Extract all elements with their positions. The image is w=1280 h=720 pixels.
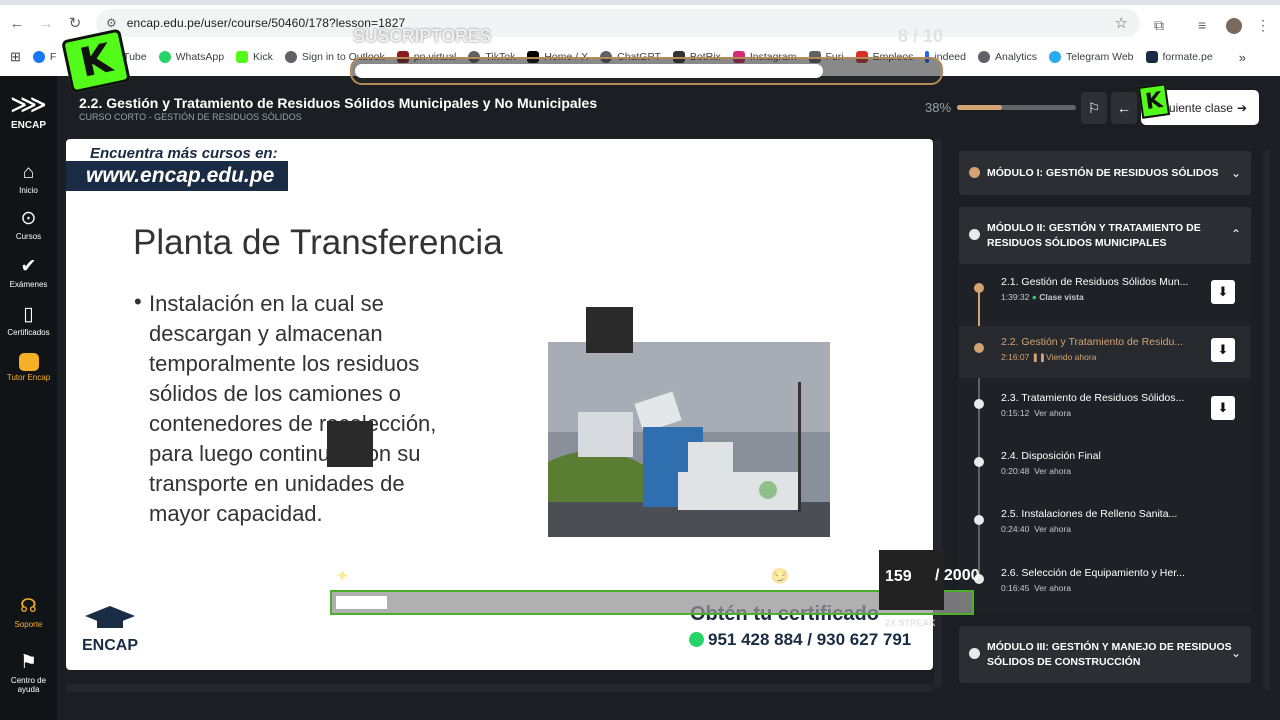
chevron-down-icon: ⌄ <box>1230 166 1241 180</box>
transfer-plant-photo <box>548 342 830 537</box>
play-circle-icon: ⊙ <box>20 208 37 229</box>
menu-icon[interactable]: ⋮ <box>1256 17 1270 34</box>
sidebar-item-soporte[interactable]: ☊ Soporte <box>0 596 57 629</box>
chat-emote-image <box>586 307 633 353</box>
kick-goal-fill <box>336 596 387 609</box>
encap-logo-icon: ⋙ <box>10 89 47 119</box>
profile-avatar[interactable] <box>1226 18 1242 34</box>
list-item[interactable]: 2.2. Gestión y Tratamiento de Residu... … <box>959 326 1251 378</box>
slide-body: Instalación en la cual se descargan y al… <box>149 291 437 526</box>
bookmark-analytics[interactable]: Analytics <box>977 51 1037 63</box>
lesson-list: 2.1. Gestión de Residuos Sólidos Mun... … <box>959 264 1251 612</box>
chevron-down-icon: ⌄ <box>1230 646 1241 660</box>
previous-lesson-button[interactable]: ← <box>1111 92 1137 124</box>
bookmark-whatsapp[interactable]: WhatsApp <box>158 51 224 63</box>
bookmark-facebook[interactable]: F <box>32 51 56 63</box>
sidebar-item-examenes[interactable]: ✔ Exámenes <box>0 256 57 289</box>
bullet-icon: • <box>134 289 142 314</box>
app-sidebar: ⋙ ENCAP ⌂ Inicio ⊙ Cursos ✔ Exámenes ▯ C… <box>0 76 57 720</box>
streak-label: 2X STREAK <box>885 618 936 628</box>
list-item[interactable]: 2.4. Disposición Final 0:20:48 Ver ahora <box>959 440 1251 492</box>
flag-icon: ⚑ <box>19 652 38 673</box>
download-button[interactable]: ⬇ <box>1211 396 1235 420</box>
pause-icon: ❚❚ <box>1031 352 1046 362</box>
sidebar-item-centro-ayuda[interactable]: ⚑ Centro de ayuda <box>0 652 57 694</box>
subscriber-goal-fill <box>355 64 823 78</box>
check-icon: ✔ <box>20 256 37 277</box>
sidebar-item-certificados[interactable]: ▯ Certificados <box>0 304 57 337</box>
slide-promo-text: Encuentra más cursos en: <box>90 145 278 162</box>
more-bookmarks-icon[interactable]: » <box>1239 50 1246 65</box>
kick-badge-icon: K <box>1137 83 1171 119</box>
progress-bar-fill <box>957 105 1003 110</box>
arrow-right-icon: ➔ <box>1236 100 1247 115</box>
sidebar-item-cursos[interactable]: ⊙ Cursos <box>0 208 57 241</box>
course-subtitle: CURSO CORTO - GESTIÓN DE RESIDUOS SÓLIDO… <box>79 112 302 122</box>
list-item[interactable]: 2.3. Tratamiento de Residuos Sólidos... … <box>959 382 1251 434</box>
graduation-cap-icon <box>85 606 135 628</box>
kick-goal-bar <box>330 590 974 615</box>
forward-icon[interactable]: → <box>34 11 58 35</box>
list-item[interactable]: 2.5. Instalaciones de Relleno Sanita... … <box>959 498 1251 550</box>
lesson-dot <box>974 515 984 525</box>
sparkle-icon: ✦ <box>336 568 349 585</box>
download-icon: ⬇ <box>1217 342 1229 357</box>
flag-icon: ⚐ <box>1087 99 1101 116</box>
bookmark-kick[interactable]: Kick <box>236 51 273 63</box>
progress-bar <box>957 105 1076 110</box>
extensions-icon[interactable]: ⧉ <box>1154 17 1164 34</box>
home-icon: ⌂ <box>22 162 35 183</box>
apps-icon[interactable]: ⊞ <box>10 49 21 65</box>
bookmark-icon: ▯ <box>23 304 34 325</box>
kick-goal-target: / 2000 <box>935 567 980 584</box>
slide-title: Planta de Transferencia <box>133 223 503 262</box>
robot-icon <box>18 353 39 371</box>
report-flag-button[interactable]: ⚐ <box>1081 92 1107 124</box>
list-item[interactable]: 2.1. Gestión de Residuos Sólidos Mun... … <box>959 266 1251 318</box>
download-button[interactable]: ⬇ <box>1211 338 1235 362</box>
arrow-left-icon: ← <box>1117 100 1131 116</box>
lesson-dot <box>974 457 984 467</box>
subscriber-goal-widget: SUSCRIPTORES 8 / 10 <box>350 26 943 90</box>
download-button[interactable]: ⬇ <box>1211 280 1235 304</box>
horizontal-scrollbar[interactable] <box>66 684 933 692</box>
contact-phones: 951 428 884 / 930 627 791 <box>689 630 911 650</box>
headset-icon: ☊ <box>20 596 37 617</box>
reload-icon[interactable]: ↻ <box>63 11 87 35</box>
media-control-icon[interactable]: ≡ <box>1198 17 1206 33</box>
slide-promo-url: www.encap.edu.pe <box>66 161 288 191</box>
encap-slide-logo: ENCAP <box>80 604 140 660</box>
lesson-dot <box>974 399 984 409</box>
back-icon[interactable]: ← <box>5 11 29 35</box>
kick-alert-message: ✦ "IF YOU SEND ME KICKS, I'LL THINK ABOU… <box>336 568 796 585</box>
module-3[interactable]: MÓDULO III: GESTIÓN Y MANEJO DE RESIDUOS… <box>959 626 1251 683</box>
module-status-dot <box>969 229 980 240</box>
progress-label: 38% <box>925 100 952 115</box>
module-1[interactable]: MÓDULO I: GESTIÓN DE RESIDUOS SÓLIDOS ⌄ <box>959 151 1251 195</box>
module-2[interactable]: MÓDULO II: GESTIÓN Y TRATAMIENTO DE RESID… <box>959 207 1251 264</box>
encap-logo[interactable]: ⋙ ENCAP <box>0 90 57 131</box>
sidebar-item-tutor[interactable]: Tutor Encap <box>0 353 57 382</box>
list-item[interactable]: 2.6. Selección de Equipamiento y Her... … <box>959 557 1251 609</box>
whatsapp-icon <box>689 632 704 647</box>
download-icon: ⬇ <box>1217 284 1229 299</box>
site-settings-icon[interactable]: ⚙ <box>106 16 117 30</box>
lesson-title: 2.2. Gestión y Tratamiento de Residuos S… <box>79 95 598 111</box>
bookmark-formate[interactable]: formate.pe <box>1145 51 1213 63</box>
lesson-dot <box>974 283 984 293</box>
bookmark-telegram[interactable]: Telegram Web <box>1049 51 1134 63</box>
subscriber-goal-bar <box>350 57 943 85</box>
chevron-up-icon: ⌃ <box>1230 227 1241 241</box>
bookmark-star-icon[interactable]: ☆ <box>1115 14 1128 32</box>
module-status-dot <box>969 648 980 659</box>
download-icon: ⬇ <box>1217 400 1229 415</box>
chat-emote-image <box>327 421 373 467</box>
check-circle-icon: ● <box>1031 292 1037 302</box>
outline-scrollbar[interactable] <box>1263 150 1270 690</box>
lesson-dot <box>974 343 984 353</box>
sidebar-item-inicio[interactable]: ⌂ Inicio <box>0 162 57 195</box>
completed-check-icon <box>969 167 980 178</box>
